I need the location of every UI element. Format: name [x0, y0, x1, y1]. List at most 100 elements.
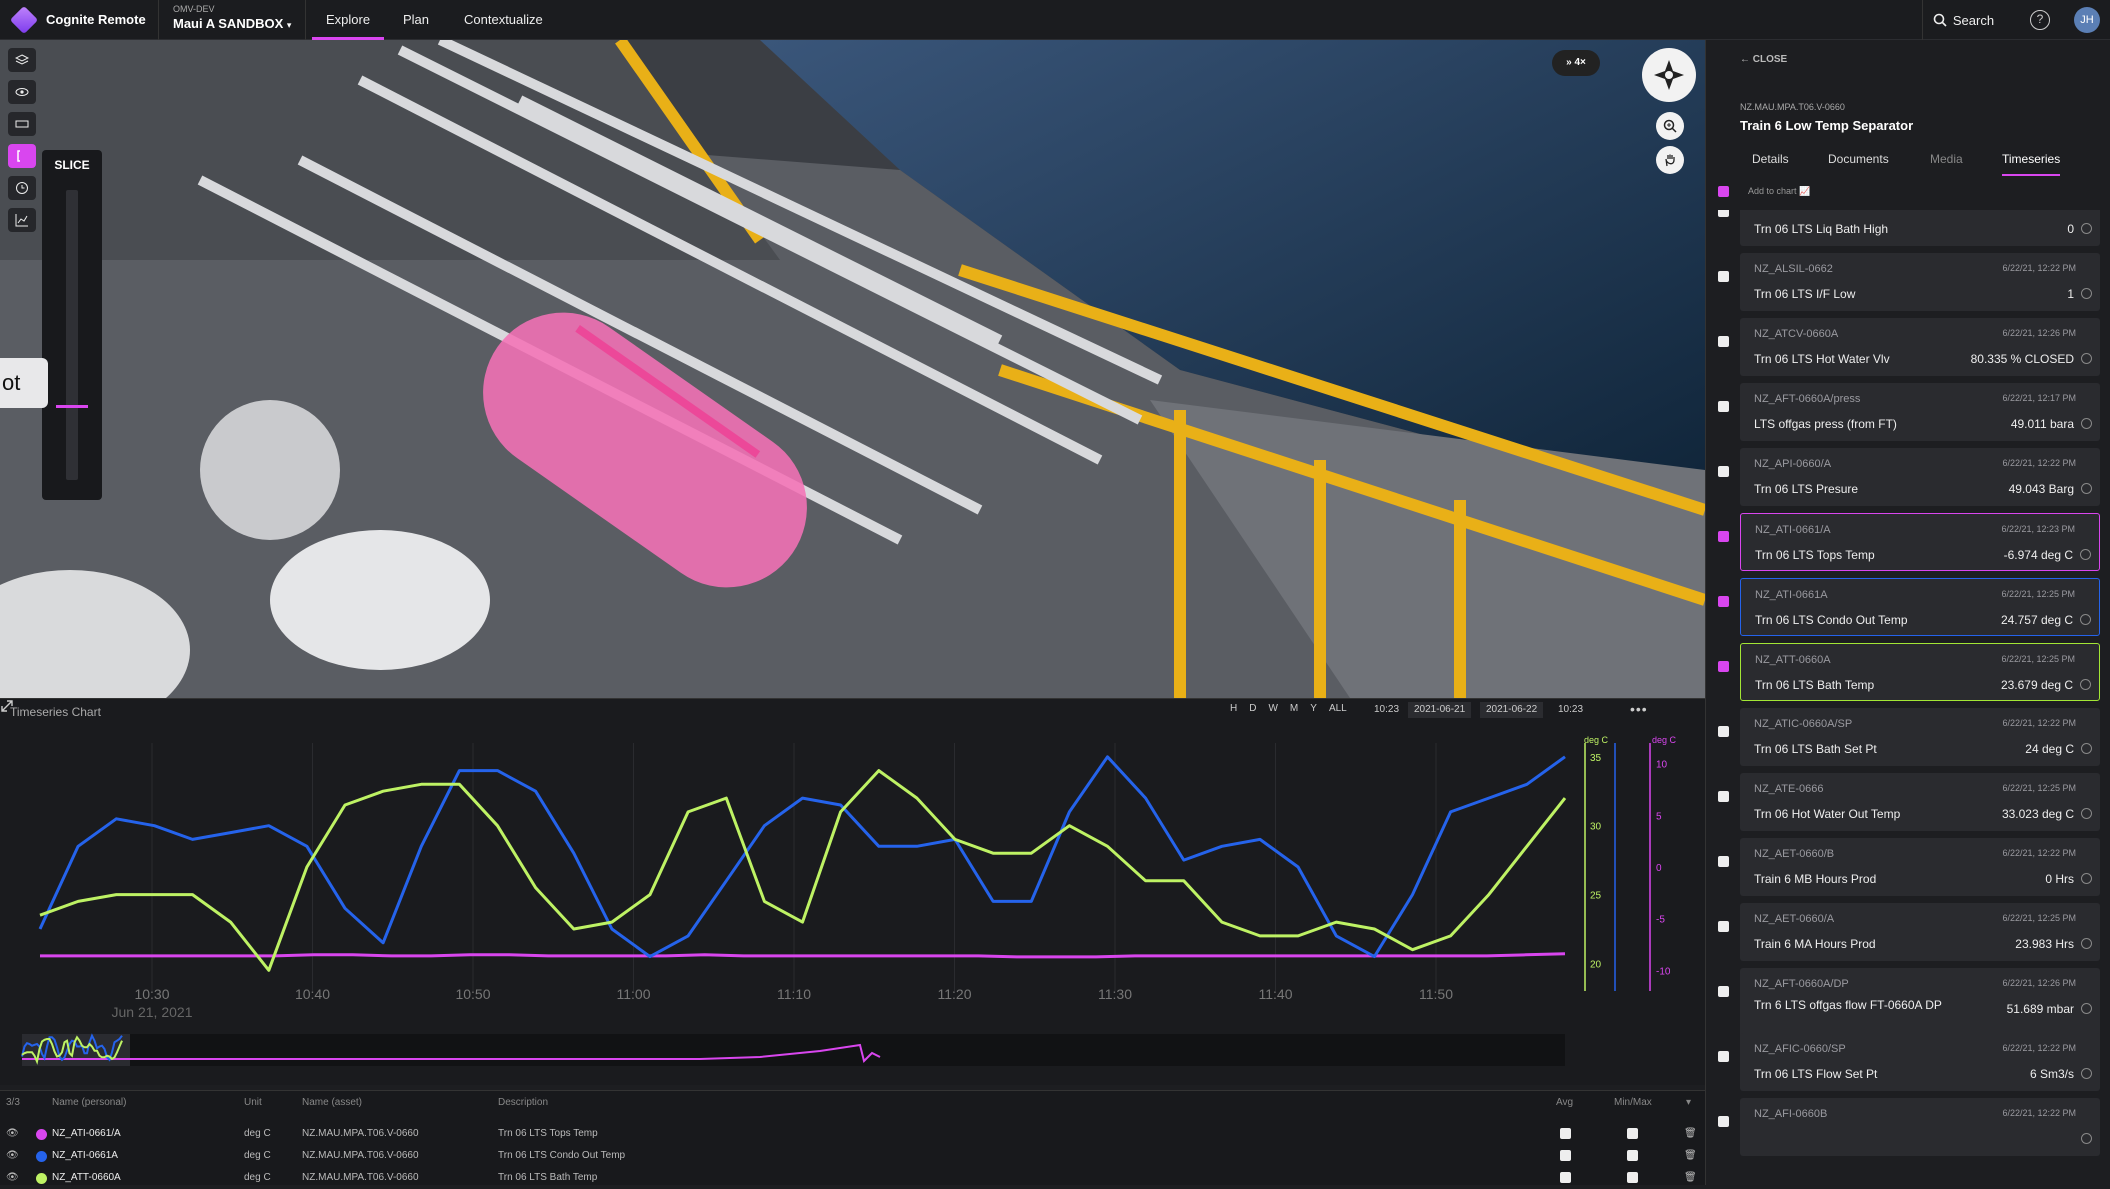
timeseries-value: 49.011 bara: [2010, 417, 2074, 431]
timeseries-item[interactable]: NZ_ATI-0661/A 6/22/21, 12:23 PM Trn 06 LTS…: [1740, 513, 2100, 571]
timeseries-item[interactable]: NZ_ATCV-0660A 6/22/21, 12:26 PM Trn 06 LTS…: [1740, 318, 2100, 376]
table-row[interactable]: 👁 NZ_ATI-0661/A deg C NZ.MAU.MPA.T06.V-0…: [0, 1123, 1705, 1145]
eye-icon[interactable]: 👁: [6, 1172, 19, 1183]
timeseries-item[interactable]: NZ_ALSIL-0662 6/22/21, 12:22 PM Trn 06 LTS…: [1740, 253, 2100, 311]
slice-button[interactable]: [8, 144, 36, 168]
help-icon[interactable]: ?: [2030, 10, 2050, 30]
tab-documents[interactable]: Documents: [1828, 152, 1889, 166]
timeseries-code: NZ_ATIC-0660A/SP: [1754, 718, 1853, 730]
timeseries-checkbox[interactable]: [1718, 1051, 1729, 1062]
avg-checkbox[interactable]: [1560, 1128, 1571, 1139]
series-line-NZ_ATT-0660A: [39, 769, 1567, 972]
avg-checkbox[interactable]: [1560, 1172, 1571, 1183]
timeseries-code: NZ_AFT-0660A/DP: [1754, 978, 1849, 990]
timeseries-checkbox[interactable]: [1718, 210, 1729, 217]
tab-contextualize[interactable]: Contextualize: [464, 0, 543, 40]
timeseries-checkbox[interactable]: [1718, 726, 1729, 737]
legend-unit: deg C: [244, 1128, 271, 1139]
timeseries-item[interactable]: NZ_AFI-0660B 6/22/21, 12:22 PM: [1740, 1098, 2100, 1156]
avg-checkbox[interactable]: [1560, 1150, 1571, 1161]
clock-icon: [2081, 1133, 2092, 1144]
add-to-chart-label: Add to chart: [1748, 186, 1797, 196]
3d-viewer[interactable]: SLICE ot » 4×: [0, 40, 1705, 698]
timeseries-item[interactable]: NZ_ATE-0666 6/22/21, 12:25 PM Trn 06 Hot W…: [1740, 773, 2100, 831]
timeseries-checkbox[interactable]: [1718, 856, 1729, 867]
timeseries-code: NZ_AFI-0660B: [1754, 1108, 1828, 1120]
chart-overview[interactable]: [22, 1034, 1565, 1066]
timeseries-code: NZ_AET-0660/B: [1754, 848, 1835, 860]
timeseries-timestamp: 6/22/21, 12:22 PM: [2002, 1108, 2076, 1118]
tab-timeseries[interactable]: Timeseries: [2002, 152, 2061, 176]
eye-icon[interactable]: 👁: [6, 1150, 19, 1161]
visibility-button[interactable]: [8, 80, 36, 104]
clock-icon: [16, 182, 28, 194]
x-date-label: Jun 21, 2021: [112, 1004, 193, 1020]
tab-details[interactable]: Details: [1752, 152, 1789, 166]
add-to-chart-button[interactable]: Add to chart 📈: [1748, 186, 1810, 197]
timeseries-name: Trn 06 LTS Bath Temp: [1755, 678, 1875, 692]
timeseries-checkbox[interactable]: [1718, 986, 1729, 997]
speed-button[interactable]: » 4×: [1552, 50, 1600, 76]
timeseries-timestamp: 6/22/21, 12:17 PM: [2002, 393, 2076, 403]
x-tick-label: 11:10: [777, 986, 811, 1002]
slice-slider-thumb[interactable]: [56, 405, 88, 408]
timeseries-item[interactable]: NZ_AFT-0660A/press 6/22/21, 12:17 PM LTS o…: [1740, 383, 2100, 441]
chevron-down-icon[interactable]: ▾: [1686, 1097, 1691, 1108]
timeseries-checkbox[interactable]: [1718, 1116, 1729, 1127]
tab-explore[interactable]: Explore: [312, 0, 385, 40]
minmax-checkbox[interactable]: [1627, 1128, 1638, 1139]
timeseries-value: 33.023 deg C: [2001, 807, 2074, 821]
avatar[interactable]: JH: [2074, 7, 2100, 33]
select-all-checkbox[interactable]: [1718, 186, 1729, 197]
timeseries-item[interactable]: NZ_ATT-0660A 6/22/21, 12:25 PM Trn 06 LTS …: [1740, 643, 2100, 701]
timeseries-checkbox[interactable]: [1718, 596, 1729, 607]
chart-button[interactable]: [8, 208, 36, 232]
timeseries-item[interactable]: NZ_AFIC-0660/SP 6/22/21, 12:22 PM Trn 06 L…: [1740, 1033, 2100, 1091]
timeseries-item[interactable]: NZ_AET-0660/A 6/22/21, 12:25 PM Train 6 MA…: [1740, 903, 2100, 961]
trash-icon[interactable]: 🗑: [1684, 1128, 1697, 1139]
measure-button[interactable]: [8, 112, 36, 136]
timeseries-checkbox[interactable]: [1718, 401, 1729, 412]
timeseries-checkbox[interactable]: [1718, 271, 1729, 282]
timeseries-checkbox[interactable]: [1718, 466, 1729, 477]
slice-slider[interactable]: [56, 190, 88, 480]
legend-unit: deg C: [244, 1150, 271, 1161]
clock-icon: [2080, 679, 2091, 690]
y-tick-label: -10: [1656, 966, 1671, 977]
timeseries-checkbox[interactable]: [1718, 531, 1729, 542]
trash-icon[interactable]: 🗑: [1684, 1150, 1697, 1161]
eye-icon[interactable]: 👁: [6, 1128, 19, 1139]
tab-plan[interactable]: Plan: [403, 0, 429, 40]
zoom-button[interactable]: [1656, 112, 1684, 140]
history-button[interactable]: [8, 176, 36, 200]
clock-icon: [2080, 549, 2091, 560]
table-row[interactable]: 👁 NZ_ATT-0660A deg C NZ.MAU.MPA.T06.V-06…: [0, 1167, 1705, 1189]
timeseries-timestamp: 6/22/21, 12:22 PM: [2002, 718, 2076, 728]
zoom-in-icon: [1663, 119, 1677, 133]
timeseries-item[interactable]: NZ_ATIC-0660A/SP 6/22/21, 12:22 PM Trn 06 …: [1740, 708, 2100, 766]
clock-icon: [2081, 418, 2092, 429]
layers-button[interactable]: [8, 48, 36, 72]
timeseries-item[interactable]: NZ_ATI-0661A 6/22/21, 12:25 PM Trn 06 LTS …: [1740, 578, 2100, 636]
cognite-logo-icon: [9, 5, 39, 34]
minmax-checkbox[interactable]: [1627, 1150, 1638, 1161]
timeseries-checkbox[interactable]: [1718, 791, 1729, 802]
timeseries-checkbox[interactable]: [1718, 661, 1729, 672]
pan-button[interactable]: [1656, 146, 1684, 174]
close-button[interactable]: ← CLOSE: [1740, 54, 1787, 65]
timeseries-item[interactable]: NZ_API-0660/A 6/22/21, 12:22 PM Trn 06 LTS…: [1740, 448, 2100, 506]
table-row[interactable]: 👁 NZ_ATI-0661A deg C NZ.MAU.MPA.T06.V-06…: [0, 1145, 1705, 1167]
timeseries-list[interactable]: NZ_ALSHH-0663Trn 06 LTS Liq Bath High0 NZ…: [1706, 210, 2110, 1185]
timeseries-item[interactable]: NZ_ALSHH-0663Trn 06 LTS Liq Bath High0: [1740, 210, 2100, 246]
timeseries-item[interactable]: NZ_AET-0660/B 6/22/21, 12:22 PM Train 6 MB…: [1740, 838, 2100, 896]
timeseries-item[interactable]: NZ_AFT-0660A/DP 6/22/21, 12:26 PM Trn 6 LT…: [1740, 968, 2100, 1043]
timeseries-checkbox[interactable]: [1718, 921, 1729, 932]
minmax-checkbox[interactable]: [1627, 1172, 1638, 1183]
timeseries-timestamp: 6/22/21, 12:23 PM: [2001, 524, 2075, 534]
tab-media[interactable]: Media: [1930, 152, 1963, 166]
search-button[interactable]: Search: [1922, 0, 2004, 40]
trash-icon[interactable]: 🗑: [1684, 1172, 1697, 1183]
project-selector[interactable]: OMV-DEV Maui A SANDBOX ▾: [158, 0, 307, 40]
timeseries-checkbox[interactable]: [1718, 336, 1729, 347]
navigation-compass[interactable]: [1642, 48, 1696, 102]
